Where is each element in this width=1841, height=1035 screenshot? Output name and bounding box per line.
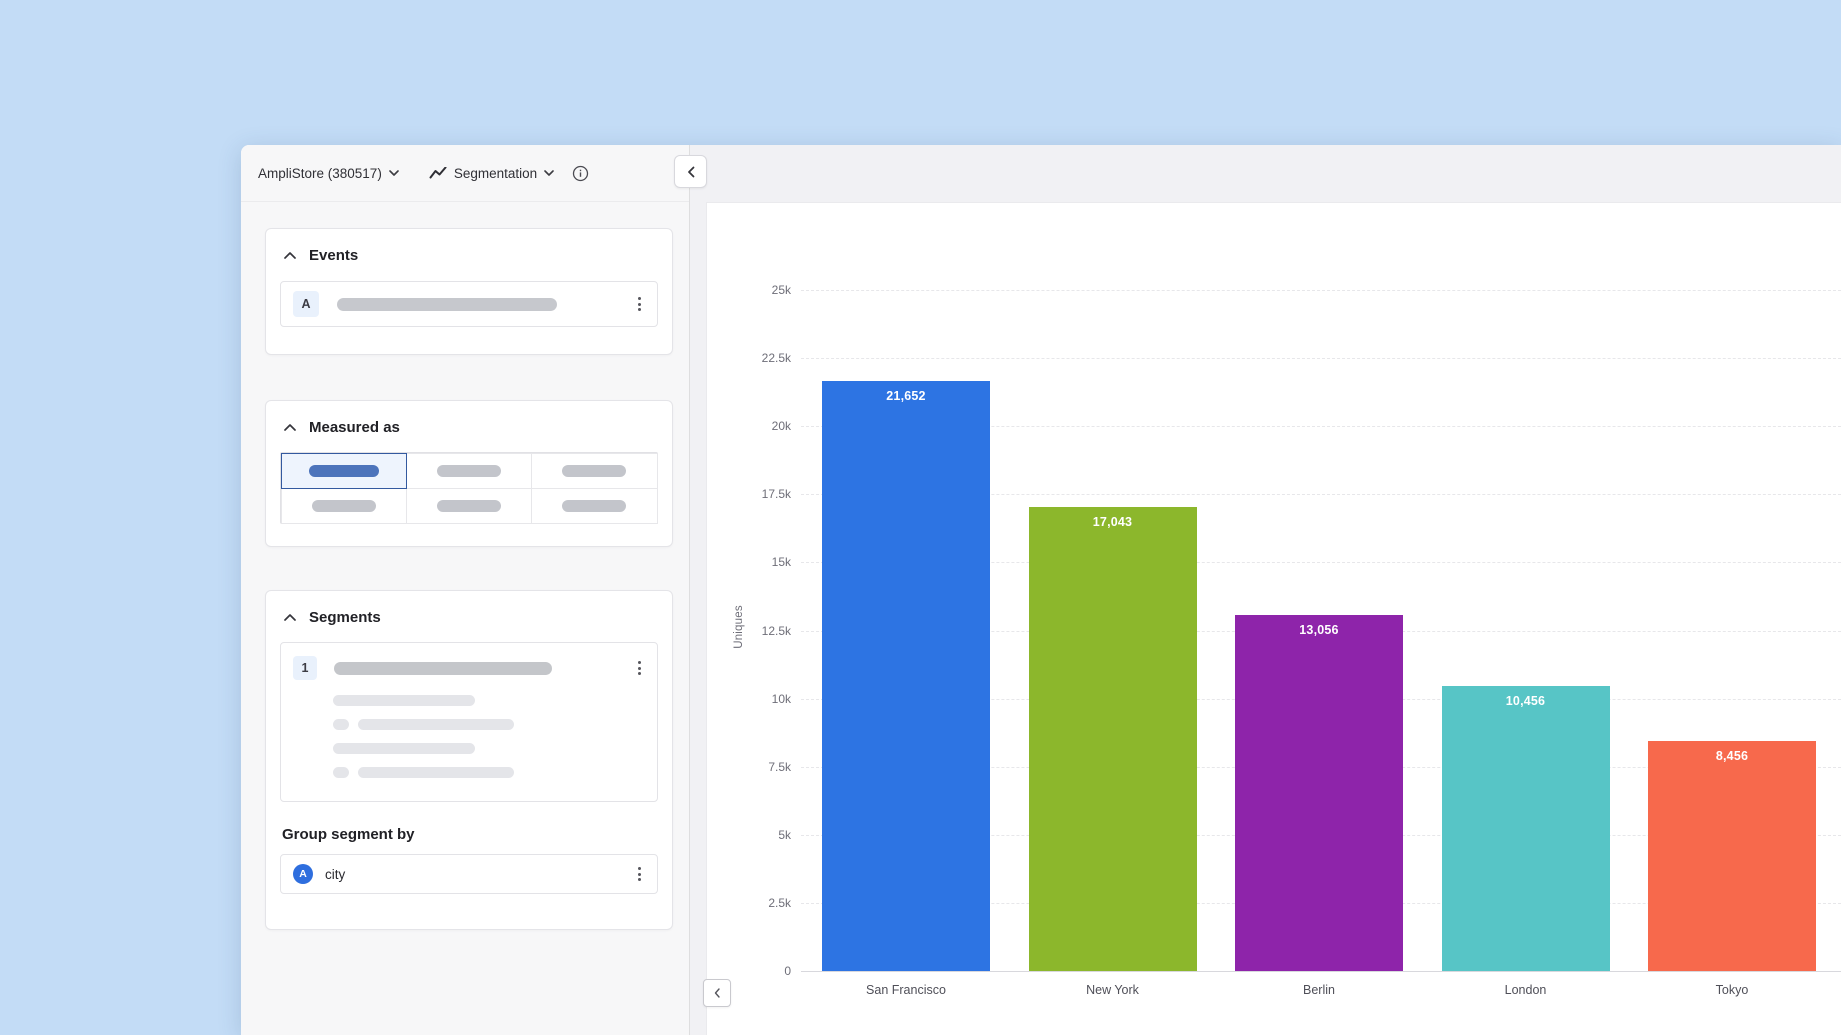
segment-badge: 1 (293, 656, 317, 680)
placeholder-pill (437, 465, 501, 477)
segments-panel: Segments 1 Group segment by A city (265, 590, 673, 930)
y-axis-tick-label: 17.5k (721, 487, 791, 501)
segments-section-title: Segments (309, 609, 381, 626)
chevron-down-icon (389, 170, 399, 176)
measured-as-panel: Measured as (265, 400, 673, 547)
chart-type-selector[interactable]: Segmentation (429, 166, 554, 181)
app-window: AmpliStore (380517) Segmentation (241, 145, 1841, 1035)
chart-footer-collapse-button[interactable] (703, 979, 731, 1007)
bar-san-francisco[interactable] (822, 381, 990, 971)
group-by-value: city (325, 867, 345, 882)
bar-tokyo[interactable] (1648, 741, 1816, 971)
sidebar-collapse-button[interactable] (674, 155, 707, 188)
placeholder-pill (333, 743, 475, 754)
y-axis-tick-label: 5k (721, 828, 791, 842)
event-row[interactable]: A (280, 281, 658, 327)
events-section-title: Events (309, 247, 358, 264)
x-axis-label: Berlin (1239, 983, 1399, 997)
gridline (801, 290, 1841, 291)
placeholder-pill (358, 719, 514, 730)
bar-value-label: 8,456 (1648, 749, 1816, 763)
placeholder-pill (562, 500, 626, 512)
measured-as-section-header[interactable]: Measured as (280, 419, 658, 436)
chevron-down-icon (544, 170, 554, 176)
segment-card[interactable]: 1 (280, 642, 658, 802)
y-axis-tick-label: 10k (721, 692, 791, 706)
placeholder-pill (358, 767, 514, 778)
chevron-up-icon (284, 424, 296, 431)
x-axis-label: London (1446, 983, 1606, 997)
event-badge: A (293, 291, 319, 317)
y-axis-tick-label: 12.5k (721, 624, 791, 638)
y-axis-tick-label: 7.5k (721, 760, 791, 774)
bar-value-label: 17,043 (1029, 515, 1197, 529)
kebab-menu-icon[interactable] (634, 863, 645, 885)
y-axis-tick-label: 0 (721, 964, 791, 978)
measured-as-option[interactable] (531, 488, 657, 524)
placeholder-pill (333, 767, 349, 778)
bar-new-york[interactable] (1029, 507, 1197, 971)
sidebar: AmpliStore (380517) Segmentation (241, 145, 690, 1035)
placeholder-pill (334, 662, 552, 675)
placeholder-pill (312, 500, 376, 512)
measured-as-option[interactable] (281, 488, 407, 524)
chevron-left-icon (687, 166, 695, 178)
x-axis-label: San Francisco (826, 983, 986, 997)
events-panel: Events A (265, 228, 673, 355)
info-icon[interactable] (572, 165, 589, 182)
events-section-header[interactable]: Events (280, 247, 658, 264)
property-type-icon: A (293, 864, 313, 884)
group-by-selector[interactable]: A city (280, 854, 658, 894)
sidebar-header: AmpliStore (380517) Segmentation (241, 145, 689, 202)
y-axis-title: Uniques (733, 587, 745, 667)
bar-value-label: 10,456 (1442, 694, 1610, 708)
placeholder-pill (333, 719, 349, 730)
measured-as-options-grid (280, 452, 658, 524)
measured-as-option[interactable] (406, 453, 532, 489)
kebab-menu-icon[interactable] (634, 657, 645, 679)
chart-type-label: Segmentation (454, 166, 537, 181)
main-content: 0 2.5k 5k 7.5k 10k 12.5k 15k 17.5k 20k 22.5k 25k Un… (690, 145, 1841, 1035)
chevron-left-icon (714, 988, 720, 998)
placeholder-pill (562, 465, 626, 477)
y-axis-tick-label: 2.5k (721, 896, 791, 910)
project-selector-label: AmpliStore (380517) (258, 166, 382, 181)
x-axis-label: New York (1033, 983, 1193, 997)
y-axis-tick-label: 15k (721, 555, 791, 569)
measured-as-option-selected[interactable] (281, 453, 407, 489)
gridline (801, 971, 1841, 972)
placeholder-pill (437, 500, 501, 512)
kebab-menu-icon[interactable] (634, 293, 645, 315)
group-segment-by-label: Group segment by (280, 826, 658, 843)
bar-london[interactable] (1442, 686, 1610, 971)
segments-section-header[interactable]: Segments (280, 609, 658, 626)
bar-chart-plot: 0 2.5k 5k 7.5k 10k 12.5k 15k 17.5k 20k 22.5k 25k Un… (706, 202, 1841, 1035)
y-axis-tick-label: 20k (721, 419, 791, 433)
measured-as-option[interactable] (531, 453, 657, 489)
measured-as-option[interactable] (406, 488, 532, 524)
y-axis-tick-label: 25k (721, 283, 791, 297)
bar-value-label: 21,652 (822, 389, 990, 403)
placeholder-pill (337, 298, 557, 311)
gridline (801, 358, 1841, 359)
placeholder-pill (309, 465, 379, 477)
y-axis-tick-label: 22.5k (721, 351, 791, 365)
placeholder-pill (333, 695, 475, 706)
chevron-up-icon (284, 252, 296, 259)
line-chart-icon (429, 167, 447, 179)
bar-value-label: 13,056 (1235, 623, 1403, 637)
project-selector[interactable]: AmpliStore (380517) (258, 166, 399, 181)
x-axis-label: Tokyo (1652, 983, 1812, 997)
chevron-up-icon (284, 614, 296, 621)
measured-as-section-title: Measured as (309, 419, 400, 436)
bar-berlin[interactable] (1235, 615, 1403, 971)
